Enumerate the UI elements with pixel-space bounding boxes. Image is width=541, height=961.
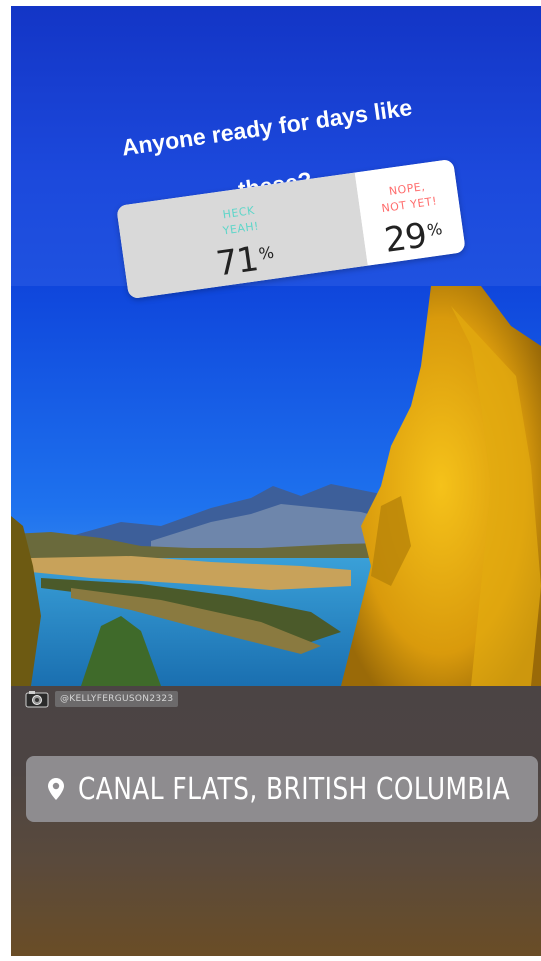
location-label: CANAL FLATS, BRITISH COLUMBIA — [78, 771, 511, 807]
poll-option-nope[interactable]: NOPE, NOT YET! 29% — [354, 158, 466, 266]
question-line-1: Anyone ready for days like — [120, 94, 414, 161]
story-photo — [11, 286, 541, 686]
poll-option-a-sign: % — [257, 242, 276, 264]
poll-option-a-value: 71 — [213, 239, 261, 285]
location-pin-icon — [48, 778, 64, 800]
location-sticker[interactable]: CANAL FLATS, BRITISH COLUMBIA — [26, 756, 538, 822]
poll-option-b-value: 29 — [382, 215, 429, 261]
photo-credit[interactable]: @KELLYFERGUSON2323 — [25, 688, 179, 710]
camera-icon — [25, 691, 49, 708]
story-frame: Anyone ready for days like these? HECK Y… — [11, 6, 541, 956]
poll-option-b-sign: % — [425, 219, 444, 240]
credit-handle[interactable]: @KELLYFERGUSON2323 — [55, 691, 179, 707]
landscape-photo — [11, 286, 541, 686]
